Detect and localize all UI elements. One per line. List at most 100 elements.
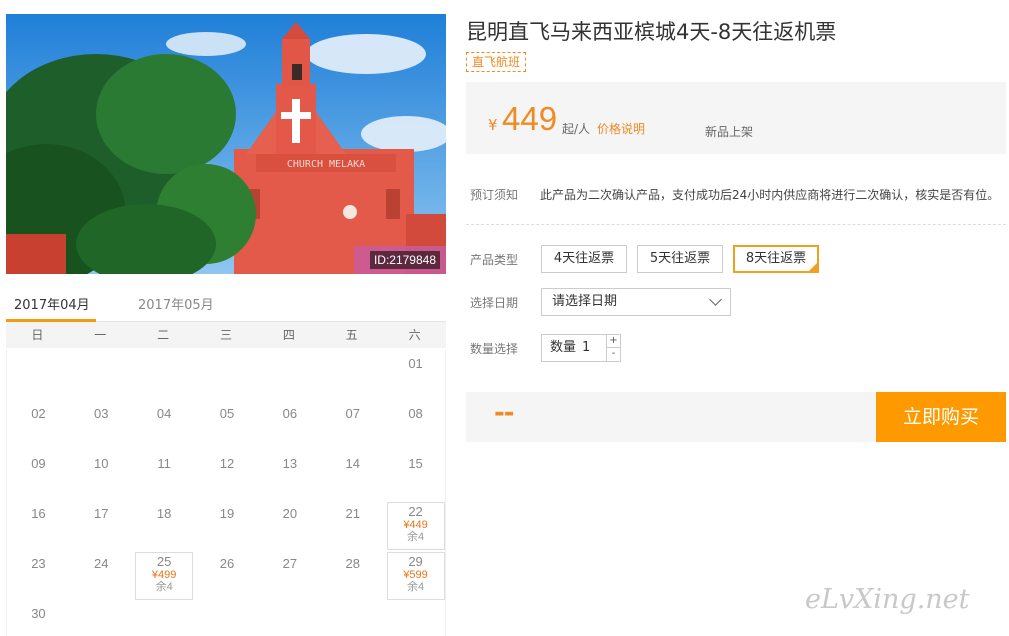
calendar-day: 19 [198,502,256,550]
day-number: 07 [345,406,360,421]
calendar-weekday-header: 日 一 二 三 四 五 六 [6,322,446,348]
day-number: 03 [94,406,109,421]
calendar-day: 03 [72,402,130,450]
photo-id-badge: ID:2179848 [369,251,440,269]
calendar-day: 13 [261,452,319,500]
day-number: 04 [156,406,172,421]
day-number: 20 [282,506,298,521]
calendar-day-available[interactable]: 22 ¥449 余4 [386,502,445,550]
calendar-day: 23 [9,552,67,600]
calendar-day: 09 [9,452,67,500]
calendar-day: 21 [324,502,382,550]
calendar-day: 27 [261,552,319,600]
day-number: 24 [94,556,109,571]
day-number: 01 [408,356,423,371]
option-4-day-ticket[interactable]: 4天往返票 [541,245,627,273]
date-select-value: 请选择日期 [552,294,618,309]
calendar-day: 24 [72,552,130,600]
product-type-label: 产品类型 [470,253,519,267]
calendar-day: 28 [324,552,382,600]
calendar-day: 15 [387,452,445,500]
calendar-day: 06 [261,402,319,450]
day-number: 12 [219,456,235,471]
day-number: 11 [157,456,171,471]
total-price: -- [494,398,515,428]
booking-notice-label: 预订须知 [470,188,519,202]
price-explanation-link[interactable]: 价格说明 [597,120,645,137]
price-panel: ¥ 449 起/人 价格说明 新品上架 [466,82,1006,154]
quantity-prefix: 数量 [550,340,577,355]
calendar-day: 07 [324,402,382,450]
direct-flight-badge: 直飞航班 [466,52,527,72]
day-price: ¥599 [403,569,428,581]
chevron-down-icon [709,293,722,306]
day-number: 18 [156,506,172,521]
calendar-day: 08 [387,402,445,450]
day-price: ¥499 [151,569,177,581]
tab-month-april[interactable]: 2017年04月 [14,294,90,313]
price-unit: 起/人 [562,122,591,136]
day-price: ¥449 [403,519,428,531]
new-product-label: 新品上架 [705,125,754,139]
calendar-day: 11 [135,452,193,500]
product-photo: CHURCH MELAKA ID:2179848 [6,14,446,274]
calendar-day: 18 [135,502,193,550]
day-number: 23 [31,556,46,571]
day-stock: 余4 [407,531,425,543]
quantity-decrease-button[interactable]: - [606,348,620,361]
price-currency: ¥ [488,116,498,134]
calendar-day: 20 [261,502,319,550]
calendar-day: 26 [198,552,256,600]
calendar-day-available[interactable]: 25 ¥499 余4 [135,552,194,600]
calendar-day: 17 [72,502,130,550]
option-5-day-ticket[interactable]: 5天往返票 [637,245,723,273]
day-number: 13 [282,456,298,471]
calendar-day: 01 [387,352,445,400]
weekday-label: 一 [94,328,107,342]
calendar-day: 04 [135,402,193,450]
day-number: 19 [219,506,235,521]
calendar-day: 16 [9,502,67,550]
calendar-day: 30 [9,602,67,636]
price-value: 449 [502,100,558,137]
buy-now-button[interactable]: 立即购买 [876,392,1006,442]
calendar-day: 10 [72,452,130,500]
day-number: 30 [31,606,46,621]
weekday-label: 三 [219,328,232,342]
quantity-stepper[interactable]: 数量 1 + - [541,334,621,362]
weekday-label: 四 [282,328,295,342]
church-illustration: CHURCH MELAKA [6,14,446,274]
day-number: 21 [345,506,360,521]
quantity-value: 1 [582,340,591,355]
calendar-day: 05 [198,402,256,450]
calendar-day-available[interactable]: 29 ¥599 余4 [386,552,445,600]
calendar-day-grid: 01 02 03 04 05 06 07 08 09 10 11 12 13 14 15 16 17 18 19 20… [6,350,446,636]
day-number: 10 [94,456,109,471]
day-number: 25 [156,554,172,569]
day-stock: 余4 [407,581,425,593]
booking-notice-text: 此产品为二次确认产品，支付成功后24小时内供应商将进行二次确认，核实是否有位。 [540,188,1000,202]
day-number: 17 [94,506,109,521]
purchase-bar: -- 立即购买 [466,392,1006,442]
day-stock: 余4 [155,581,173,593]
day-number: 09 [31,456,46,471]
quantity-increase-button[interactable]: + [606,335,620,348]
product-title: 昆明直飞马来西亚槟城4天-8天往返机票 [466,20,837,44]
site-watermark: eLvXing.net [805,584,970,615]
day-number: 27 [282,556,298,571]
tab-month-may[interactable]: 2017年05月 [138,294,214,313]
church-sign-text: CHURCH MELAKA [287,159,365,170]
weekday-label: 六 [408,328,421,342]
day-number: 28 [345,556,360,571]
day-number: 15 [408,456,423,471]
day-number: 05 [219,406,235,421]
day-number: 22 [408,504,423,519]
calendar-month-tabs: 2017年04月 2017年05月 [6,292,446,322]
date-select-dropdown[interactable]: 请选择日期 [541,288,731,316]
day-number: 02 [31,406,46,421]
day-number: 29 [408,554,423,569]
section-divider [466,224,1006,225]
calendar-day: 14 [324,452,382,500]
day-number: 06 [282,406,298,421]
option-8-day-ticket[interactable]: 8天往返票 [733,245,819,273]
